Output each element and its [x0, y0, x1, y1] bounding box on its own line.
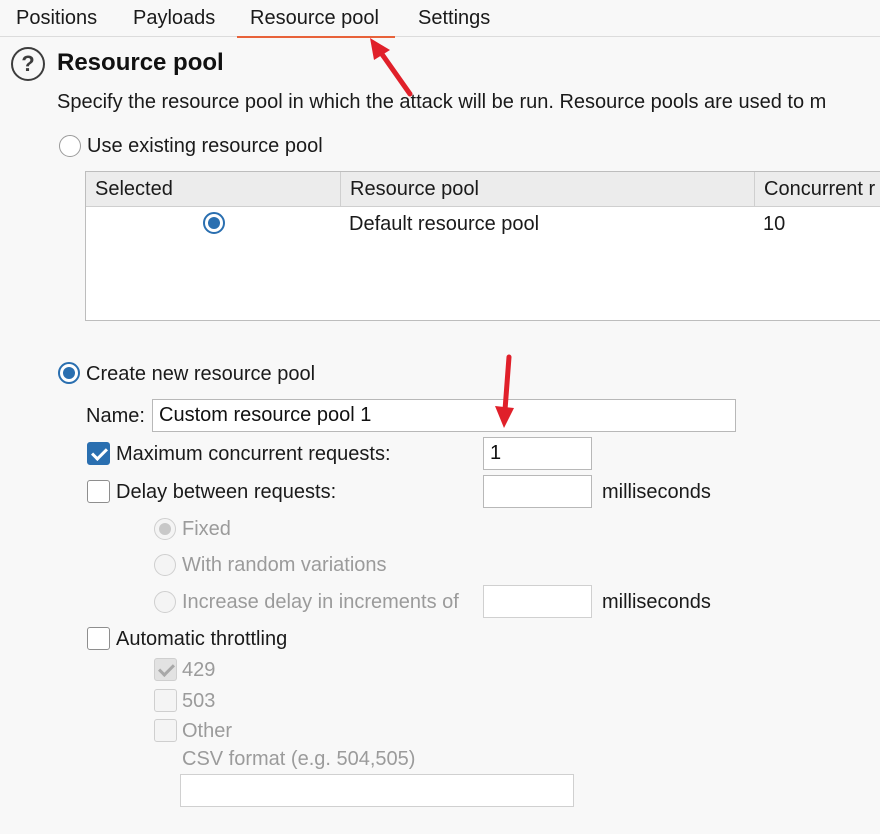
annotation-arrow-input: [495, 354, 514, 428]
annotation-arrow-tab: [370, 38, 413, 97]
annotation-arrows: [370, 38, 514, 428]
